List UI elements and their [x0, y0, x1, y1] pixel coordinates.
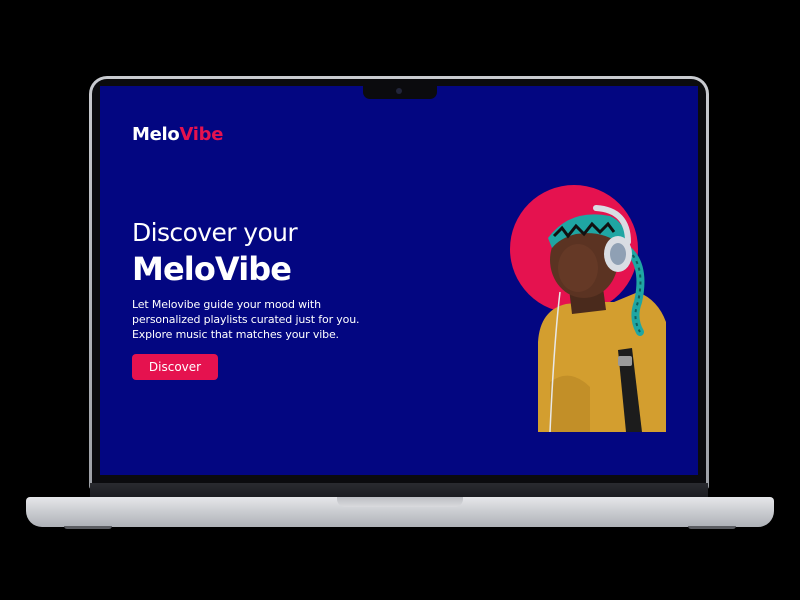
- laptop-opening-lip: [337, 497, 463, 507]
- hero-title-line1: Discover your: [132, 218, 298, 247]
- hero-description-line: Let Melovibe guide your mood with: [132, 298, 321, 311]
- hero-description-line: Explore music that matches your vibe.: [132, 328, 339, 341]
- laptop-mockup: MeloVibe Discover your MeloVibe Let Melo…: [0, 0, 800, 600]
- headphone-cup-inner: [610, 243, 626, 265]
- hero-description-line: personalized playlists curated just for …: [132, 313, 360, 326]
- face-highlight: [558, 244, 598, 292]
- logo-text-main: Melo: [132, 124, 180, 145]
- logo-text-accent: Vibe: [179, 124, 224, 145]
- camera-icon: [396, 88, 402, 94]
- hero-image-person-with-headphones: [510, 185, 666, 432]
- laptop-foot-right: [688, 526, 736, 529]
- laptop-foot-left: [64, 526, 112, 529]
- sweater-shade: [550, 375, 590, 432]
- hero-title-line2: MeloVibe: [132, 250, 292, 288]
- strap-buckle: [618, 356, 632, 366]
- hero-description: Let Melovibe guide your mood with person…: [132, 297, 392, 342]
- brand-logo[interactable]: MeloVibe: [132, 124, 223, 145]
- discover-button[interactable]: Discover: [132, 354, 218, 380]
- landing-page: MeloVibe Discover your MeloVibe Let Melo…: [100, 86, 698, 475]
